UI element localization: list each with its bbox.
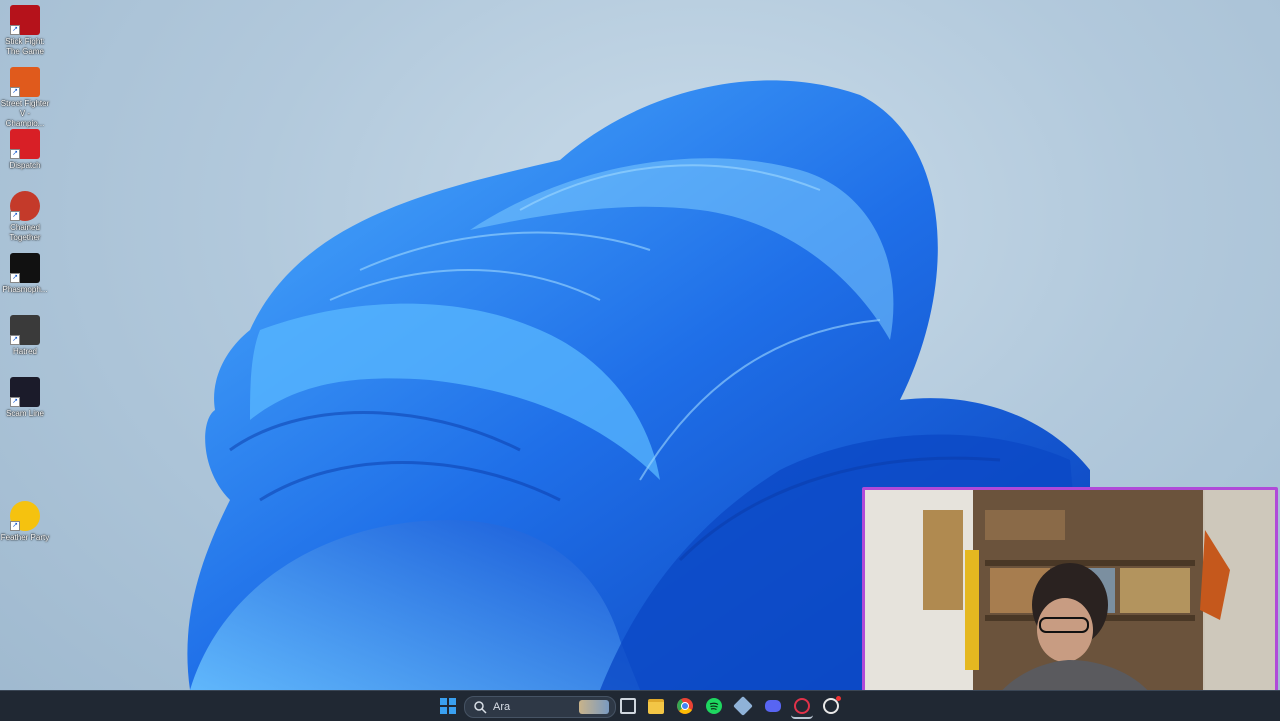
chrome-icon	[677, 698, 693, 714]
app-button[interactable]	[732, 695, 754, 717]
desktop-icon-stick-fight[interactable]: ↗ Stick Fight: The Game	[0, 5, 50, 57]
desktop-icon-label: Hatred	[12, 347, 37, 356]
desktop-icon-feather-party[interactable]: ↗ Feather Party	[0, 501, 50, 543]
spotify-button[interactable]	[703, 695, 725, 717]
search-icon	[474, 701, 487, 714]
app-badge-button[interactable]	[820, 695, 842, 717]
desktop-icon-label: Street Fighter V - Champio...	[0, 99, 50, 128]
feather-party-icon: ↗	[10, 501, 40, 531]
desktop-icon-label: Scam Line	[6, 409, 44, 418]
search-highlight-icon	[579, 700, 609, 714]
desktop-icon-label: Dispatch	[9, 161, 41, 170]
chained-together-icon: ↗	[10, 191, 40, 221]
stick-fight-icon: ↗	[10, 5, 40, 35]
spotify-icon	[706, 698, 722, 714]
hatred-icon: ↗	[10, 315, 40, 345]
desktop-icon-scam-line[interactable]: ↗ Scam Line	[0, 377, 50, 419]
desktop-icon-label: Stick Fight: The Game	[5, 37, 45, 56]
recording-app-button[interactable]	[791, 695, 813, 719]
street-fighter-icon: ↗	[10, 67, 40, 97]
chrome-button[interactable]	[674, 695, 696, 717]
recording-app-icon	[794, 698, 810, 714]
start-icon	[440, 698, 456, 714]
file-explorer-icon	[648, 698, 664, 714]
search-input[interactable]	[491, 700, 565, 714]
desktop-icon-label: Feather Party	[0, 533, 50, 542]
start-button[interactable]	[437, 695, 459, 717]
discord-button[interactable]	[762, 695, 784, 717]
desktop-icon-label: Chained Together	[9, 223, 41, 242]
taskbar	[0, 690, 1280, 721]
task-view-button[interactable]	[617, 695, 639, 717]
app-badge-icon	[823, 696, 841, 714]
webcam-feed	[865, 490, 1275, 716]
desktop-icon-street-fighter[interactable]: ↗ Street Fighter V - Champio...	[0, 67, 50, 129]
scam-line-icon: ↗	[10, 377, 40, 407]
desktop-icon-hatred[interactable]: ↗ Hatred	[0, 315, 50, 357]
file-explorer-button[interactable]	[645, 695, 667, 717]
webcam-overlay	[862, 487, 1278, 719]
notification-dot	[836, 696, 841, 701]
phasmophobia-icon: ↗	[10, 253, 40, 283]
desktop-icon-label: Phasmoph...	[2, 285, 48, 294]
discord-icon	[765, 700, 781, 712]
desktop-icon-dispatch[interactable]: ↗ Dispatch	[0, 129, 50, 171]
desktop-icon-chained-together[interactable]: ↗ Chained Together	[0, 191, 50, 243]
dispatch-icon: ↗	[10, 129, 40, 159]
app-icon	[733, 696, 753, 716]
taskbar-search[interactable]	[464, 696, 616, 718]
desktop-icon-phasmophobia[interactable]: ↗ Phasmoph...	[0, 253, 50, 295]
task-view-icon	[620, 698, 636, 714]
